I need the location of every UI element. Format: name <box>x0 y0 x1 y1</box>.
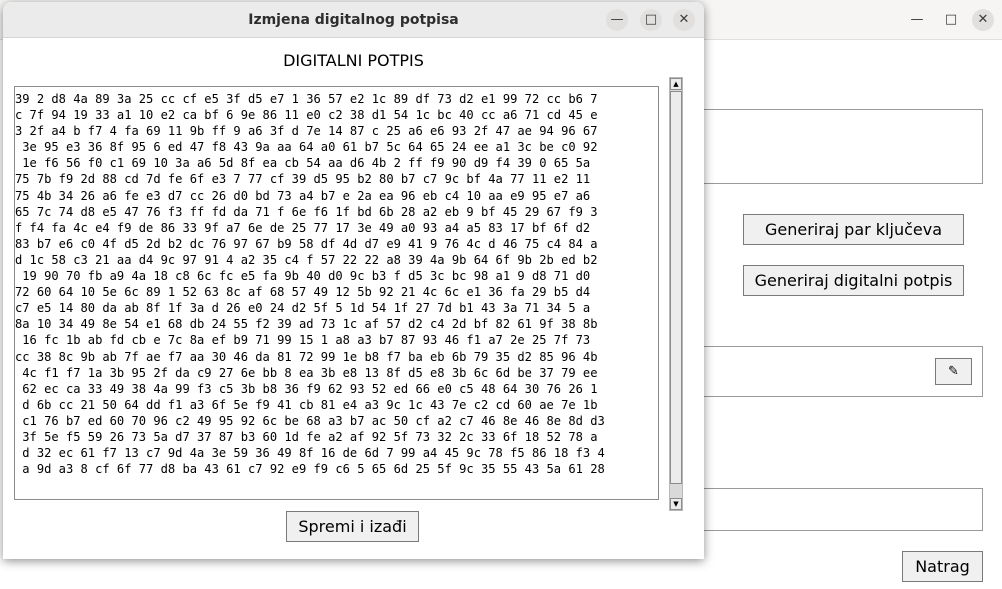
generate-signature-button[interactable]: Generiraj digitalni potpis <box>743 265 964 296</box>
dialog-titlebar: Izmjena digitalnog potpisa — □ ✕ <box>3 2 704 38</box>
minimize-icon[interactable]: — <box>906 9 928 31</box>
scroll-up-icon[interactable]: ▲ <box>670 78 682 90</box>
signature-hex-text: 39 2 d8 4a 89 3a 25 cc cf e5 3f d5 e7 1 … <box>15 92 605 477</box>
signature-text-area[interactable]: 39 2 d8 4a 89 3a 25 cc cf e5 3f d5 e7 1 … <box>14 86 659 500</box>
save-and-exit-button[interactable]: Spremi i izađi <box>286 511 419 542</box>
minimize-icon[interactable]: — <box>606 9 628 31</box>
scroll-thumb[interactable] <box>670 91 682 484</box>
edit-icon[interactable]: ✎ <box>935 358 972 385</box>
signature-heading: DIGITALNI POTPIS <box>283 51 424 70</box>
dialog-title: Izmjena digitalnog potpisa <box>248 12 459 28</box>
close-icon[interactable]: ✕ <box>673 9 695 31</box>
maximize-icon[interactable]: □ <box>940 9 962 31</box>
maximize-icon[interactable]: □ <box>640 9 662 31</box>
signature-scrollbar[interactable]: ▲ ▼ <box>669 77 683 511</box>
result-field[interactable] <box>690 488 983 531</box>
message-text-area[interactable] <box>690 109 983 184</box>
generate-keys-button[interactable]: Generiraj par ključeva <box>743 214 964 245</box>
close-icon[interactable]: ✕ <box>972 9 994 31</box>
edit-signature-dialog: Izmjena digitalnog potpisa — □ ✕ DIGITAL… <box>3 2 704 559</box>
scroll-down-icon[interactable]: ▼ <box>670 498 682 510</box>
back-button[interactable]: Natrag <box>902 551 983 582</box>
